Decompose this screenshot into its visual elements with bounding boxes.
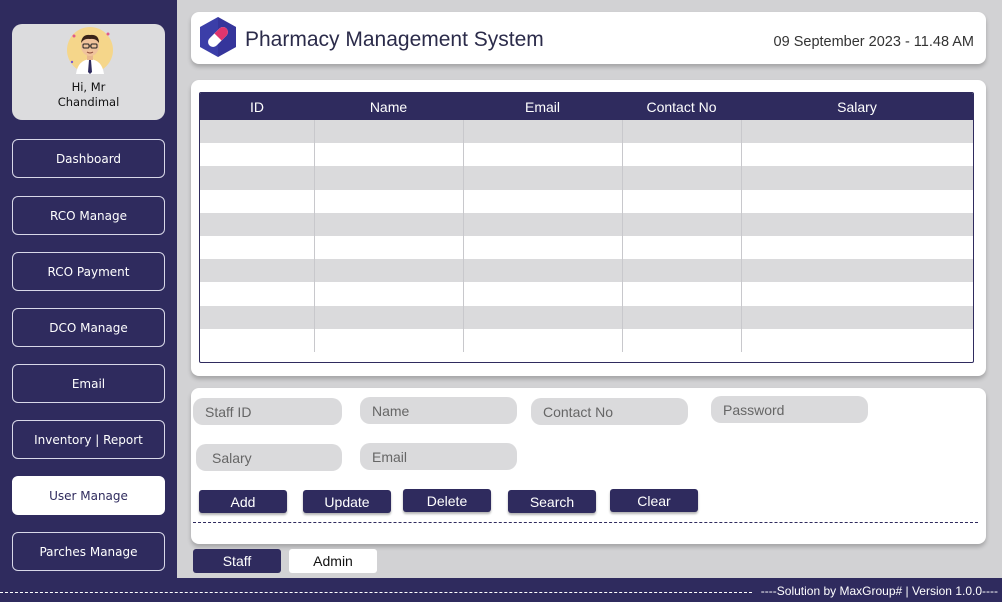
- column-header-id[interactable]: ID: [200, 93, 314, 120]
- column-header-name[interactable]: Name: [314, 93, 463, 120]
- sidebar-item-label: Dashboard: [55, 151, 122, 166]
- sidebar-item-dco-manage[interactable]: DCO Manage: [12, 308, 165, 347]
- sidebar-item-label: Inventory | Report: [34, 432, 143, 447]
- sidebar-item-dashboard[interactable]: Dashboard: [12, 139, 165, 178]
- sidebar-item-rco-manage[interactable]: RCO Manage: [12, 196, 165, 235]
- tab-staff[interactable]: Staff: [193, 549, 281, 573]
- email-input[interactable]: [360, 443, 517, 470]
- table-row[interactable]: [200, 259, 973, 283]
- divider: [193, 522, 978, 523]
- table-row[interactable]: [200, 282, 973, 306]
- staff-table[interactable]: ID Name Email Contact No Salary: [199, 92, 974, 363]
- clear-button[interactable]: Clear: [610, 489, 698, 512]
- greeting-line1: Hi, Mr: [71, 80, 106, 94]
- footer-bar: ----Solution by MaxGroup# | Version 1.0.…: [0, 578, 1002, 602]
- table-row[interactable]: [200, 166, 973, 190]
- staff-id-input[interactable]: [193, 398, 342, 425]
- table-row[interactable]: [200, 212, 973, 236]
- column-header-email[interactable]: Email: [463, 93, 622, 120]
- user-avatar-icon: [67, 27, 113, 74]
- sidebar-item-label: User Manage: [49, 488, 128, 503]
- search-button[interactable]: Search: [508, 490, 596, 513]
- user-greeting: Hi, Mr Chandimal: [12, 80, 165, 110]
- tab-admin[interactable]: Admin: [289, 549, 377, 573]
- table-header-row: ID Name Email Contact No Salary: [200, 93, 973, 120]
- header-bar: Pharmacy Management System 09 September …: [191, 12, 986, 64]
- password-input[interactable]: [711, 396, 868, 423]
- staff-form-panel: Add Update Delete Search Clear: [191, 388, 986, 544]
- sidebar-item-email[interactable]: Email: [12, 364, 165, 403]
- name-input[interactable]: [360, 397, 517, 424]
- delete-button[interactable]: Delete: [403, 489, 491, 512]
- salary-input[interactable]: [196, 444, 342, 471]
- table-row[interactable]: [200, 120, 973, 144]
- sidebar-item-inventory-report[interactable]: Inventory | Report: [12, 420, 165, 459]
- sidebar-item-user-manage[interactable]: User Manage: [12, 476, 165, 515]
- sidebar-item-label: RCO Manage: [49, 208, 128, 223]
- sidebar-item-label: RCO Payment: [47, 264, 130, 279]
- table-row[interactable]: [200, 143, 973, 167]
- sidebar-item-label: Email: [71, 376, 106, 391]
- column-header-salary[interactable]: Salary: [741, 93, 973, 120]
- sidebar-item-parches-manage[interactable]: Parches Manage: [12, 532, 165, 571]
- add-button[interactable]: Add: [199, 490, 287, 513]
- pill-logo-icon: [200, 17, 236, 57]
- current-datetime: 09 September 2023 - 11.48 AM: [773, 34, 974, 50]
- greeting-user-name: Chandimal: [57, 95, 120, 109]
- footer-divider: [0, 592, 752, 593]
- sidebar-item-rco-payment[interactable]: RCO Payment: [12, 252, 165, 291]
- sidebar-item-label: Parches Manage: [39, 544, 138, 559]
- update-button[interactable]: Update: [303, 490, 391, 513]
- table-panel: ID Name Email Contact No Salary: [191, 80, 986, 376]
- table-row[interactable]: [200, 305, 973, 329]
- table-row[interactable]: [200, 328, 973, 352]
- contact-no-input[interactable]: [531, 398, 688, 425]
- sidebar-item-label: DCO Manage: [49, 320, 128, 335]
- app-title: Pharmacy Management System: [245, 28, 544, 51]
- footer-credits: ----Solution by MaxGroup# | Version 1.0.…: [760, 584, 998, 598]
- profile-card: Hi, Mr Chandimal: [12, 24, 165, 120]
- table-row[interactable]: [200, 189, 973, 213]
- column-header-contact-no[interactable]: Contact No: [622, 93, 741, 120]
- table-row[interactable]: [200, 235, 973, 260]
- sidebar: Hi, Mr Chandimal Dashboard RCO Manage RC…: [0, 0, 177, 602]
